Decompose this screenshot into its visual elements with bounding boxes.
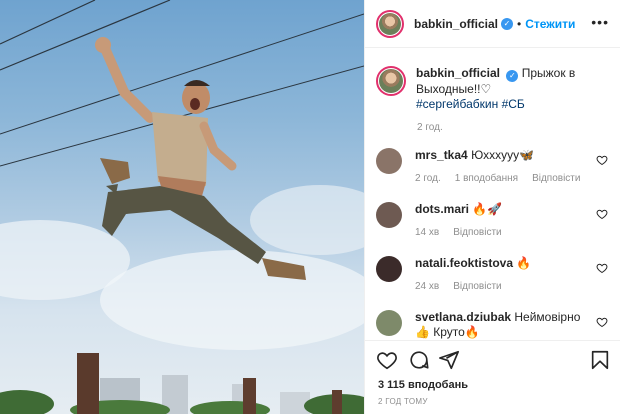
commenter-username[interactable]: dots.mari [415,202,469,216]
comment-item: mrs_tka4 Юхххууу🦋 2 год. 1 вподобання Ві… [376,148,608,186]
bookmark-icon[interactable] [589,349,611,371]
caption-avatar[interactable] [376,66,406,96]
comment-body: dots.mari 🔥🚀 14 хв Відповісти [415,202,590,240]
post-header: babkin_official ✓ • Стежити ••• [365,0,620,48]
likes-count[interactable]: 3 115 вподобань [378,379,468,391]
comments-list[interactable]: babkin_official ✓ Прыжок в Выходные!!♡ #… [365,48,620,340]
post-caption: babkin_official ✓ Прыжок в Выходные!!♡ #… [376,66,608,112]
share-icon[interactable] [438,349,460,371]
comment-item: svetlana.dziubak Неймовірно👍 Круто🔥 [376,310,608,340]
comment-heart-icon[interactable] [596,154,608,166]
comment-text: 🔥🚀 [472,202,503,216]
follow-button[interactable]: Стежити [525,17,575,31]
commenter-username[interactable]: mrs_tka4 [415,148,468,162]
comment-text: 🔥 [516,256,532,270]
comment-meta: 14 хв Відповісти [415,225,590,240]
photo-illustration [0,0,364,414]
caption-time: 2 год. [417,122,443,133]
commenter-avatar[interactable] [376,310,402,336]
author-avatar[interactable] [376,9,404,38]
reply-button[interactable]: Відповісти [532,171,580,186]
heart-icon[interactable] [376,349,398,371]
comment-heart-icon[interactable] [596,262,608,274]
post-actions: 3 115 вподобань 2 ГОД ТОМУ [365,340,620,414]
commenter-username[interactable]: natali.feoktistova [415,256,513,270]
comment-body: mrs_tka4 Юхххууу🦋 2 год. 1 вподобання Ві… [415,148,590,186]
commenter-avatar[interactable] [376,148,402,174]
post-sidebar: babkin_official ✓ • Стежити ••• babkin_o… [364,0,620,414]
verified-badge-icon: ✓ [501,17,514,30]
comment-heart-icon[interactable] [596,316,608,328]
commenter-avatar[interactable] [376,202,402,228]
comment-likes[interactable]: 1 вподобання [455,171,518,186]
comment-time: 2 год. [415,173,441,184]
separator-dot: • [517,16,522,31]
comment-text: Юхххууу🦋 [471,148,535,162]
comment-meta: 2 год. 1 вподобання Відповісти [415,171,590,186]
comment-time: 24 хв [415,281,440,292]
commenter-avatar[interactable] [376,256,402,282]
post-photo[interactable] [0,0,364,414]
author-username[interactable]: babkin_official [414,17,498,31]
comment-item: natali.feoktistova 🔥 24 хв Відповісти [376,256,608,294]
caption-body: babkin_official ✓ Прыжок в Выходные!!♡ #… [416,66,608,112]
comment-body: natali.feoktistova 🔥 24 хв Відповісти [415,256,590,294]
comment-heart-icon[interactable] [596,208,608,220]
more-options-icon[interactable]: ••• [591,14,609,30]
caption-hashtags[interactable]: #сергейбабкин #СБ [416,97,525,111]
post-timestamp: 2 ГОД ТОМУ [378,397,428,406]
comment-item: dots.mari 🔥🚀 14 хв Відповісти [376,202,608,240]
verified-badge-icon: ✓ [506,70,519,82]
reply-button[interactable]: Відповісти [453,225,501,240]
reply-button[interactable]: Відповісти [453,279,501,294]
comment-icon[interactable] [408,349,430,371]
comment-body: svetlana.dziubak Неймовірно👍 Круто🔥 [415,310,590,340]
comment-time: 14 хв [415,227,440,238]
caption-author[interactable]: babkin_official [416,66,500,80]
comment-meta: 24 хв Відповісти [415,279,590,294]
commenter-username[interactable]: svetlana.dziubak [415,310,511,324]
